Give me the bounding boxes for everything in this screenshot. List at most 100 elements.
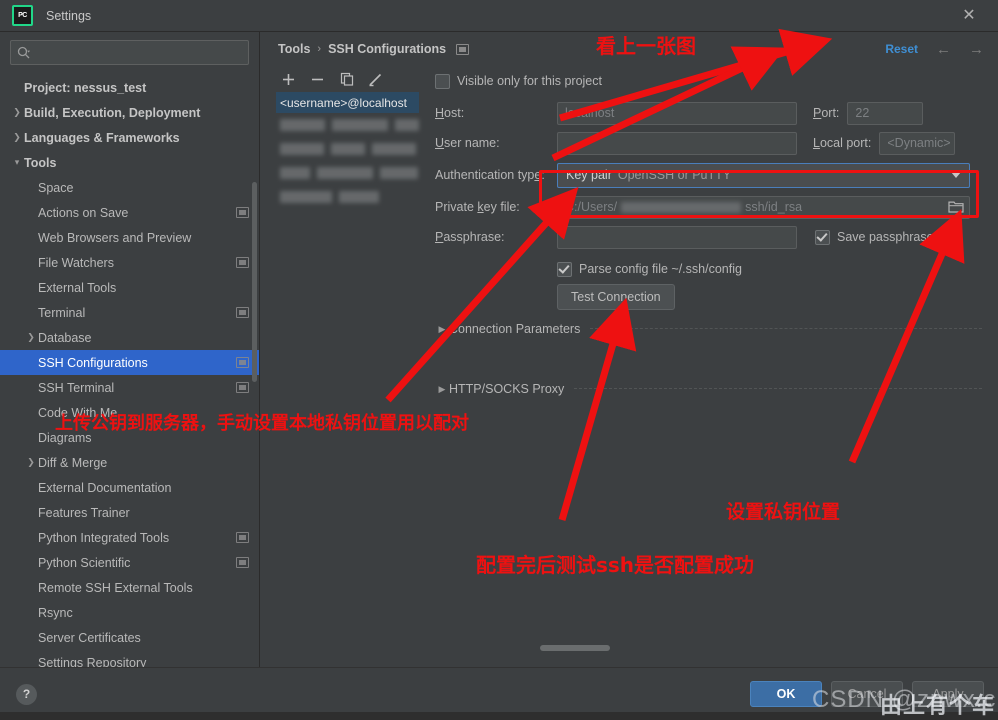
config-list-item[interactable] xyxy=(276,137,419,161)
sidebar-item-settings-repository[interactable]: Settings Repository xyxy=(0,650,259,668)
search-box[interactable] xyxy=(10,40,249,65)
visible-only-label: Visible only for this project xyxy=(457,74,602,88)
reset-link[interactable]: Reset xyxy=(885,42,918,56)
sidebar-item-external-tools[interactable]: External Tools xyxy=(0,275,259,300)
host-placeholder: localhost xyxy=(565,106,615,120)
chevron-right-icon[interactable]: ❯ xyxy=(10,132,24,143)
sidebar-item-server-certificates[interactable]: Server Certificates xyxy=(0,625,259,650)
breadcrumb-parent[interactable]: Tools xyxy=(278,42,310,56)
back-arrow-icon[interactable]: ← xyxy=(936,42,951,57)
sidebar-item-file-watchers[interactable]: File Watchers xyxy=(0,250,259,275)
sidebar-item-web-browsers-and-preview[interactable]: Web Browsers and Preview xyxy=(0,225,259,250)
passphrase-input[interactable] xyxy=(557,225,797,249)
section-title: Connection Parameters xyxy=(449,322,581,336)
search-area xyxy=(0,32,259,71)
sidebar-item-label: Database xyxy=(38,330,92,345)
sidebar-item-actions-on-save[interactable]: Actions on Save xyxy=(0,200,259,225)
sidebar-item-python-scientific[interactable]: Python Scientific xyxy=(0,550,259,575)
chevron-right-icon[interactable]: ❯ xyxy=(10,107,24,118)
search-input[interactable] xyxy=(34,43,242,62)
close-icon[interactable]: ✕ xyxy=(958,5,980,27)
settings-sync-badge-icon xyxy=(236,532,249,543)
settings-dialog: PC Settings ✕ Project: nessus_test ❯ Build… xyxy=(0,0,998,720)
config-list-item[interactable] xyxy=(276,185,419,209)
port-placeholder: 22 xyxy=(855,106,870,120)
parse-config-checkbox[interactable] xyxy=(557,261,572,277)
copy-config-icon[interactable] xyxy=(338,71,355,88)
sidebar-item-label: Space xyxy=(38,180,74,195)
sidebar-item-terminal[interactable]: Terminal xyxy=(0,300,259,325)
config-list[interactable]: <username>@localhost xyxy=(276,92,419,203)
pycharm-logo-icon: PC xyxy=(12,5,33,26)
sidebar-item-database[interactable]: ❯ Database xyxy=(0,325,259,350)
sidebar-item-code-with-me[interactable]: Code With Me xyxy=(0,400,259,425)
chevron-right-icon[interactable]: ❯ xyxy=(24,332,38,343)
forward-arrow-icon[interactable]: → xyxy=(969,42,984,57)
sidebar-item-label: File Watchers xyxy=(38,255,114,270)
breadcrumb-current: SSH Configurations xyxy=(328,42,447,56)
ok-button[interactable]: OK xyxy=(750,681,822,707)
config-list-item-selected[interactable]: <username>@localhost xyxy=(276,92,419,113)
section-connection-parameters[interactable]: ▶ Connection Parameters xyxy=(429,314,982,344)
auth-type-hint: OpenSSH or PuTTY xyxy=(617,168,732,182)
chevron-right-icon[interactable]: ▶ xyxy=(435,384,449,395)
section-title: HTTP/SOCKS Proxy xyxy=(449,382,565,396)
sidebar-item-build-execution-deployment[interactable]: ❯ Build, Execution, Deployment xyxy=(0,100,259,125)
sidebar-item-space[interactable]: Space xyxy=(0,175,259,200)
sidebar-item-ssh-terminal[interactable]: SSH Terminal xyxy=(0,375,259,400)
port-input[interactable]: 22 xyxy=(847,101,924,125)
visible-only-checkbox[interactable] xyxy=(435,73,450,89)
sidebar-item-ssh-configurations[interactable]: SSH Configurations xyxy=(0,350,259,375)
settings-sync-badge-icon xyxy=(236,382,249,393)
private-key-row: Private key file: C:/Users/ ssh/id_rsa xyxy=(429,192,982,222)
local-port-input[interactable]: <Dynamic> xyxy=(879,131,956,155)
add-config-button[interactable] xyxy=(280,71,297,88)
host-input[interactable]: localhost xyxy=(557,101,797,125)
private-key-input[interactable]: C:/Users/ ssh/id_rsa xyxy=(557,195,970,219)
auth-type-dropdown[interactable]: Key pair OpenSSH or PuTTY xyxy=(557,162,970,188)
port-label: Port: xyxy=(813,106,840,120)
passphrase-label: Passphrase: xyxy=(435,230,505,244)
sidebar-item-diagrams[interactable]: Diagrams xyxy=(0,425,259,450)
section-http-socks-proxy[interactable]: ▶ HTTP/SOCKS Proxy xyxy=(429,374,982,404)
chevron-right-icon[interactable]: ▶ xyxy=(435,324,449,335)
sidebar-item-features-trainer[interactable]: Features Trainer xyxy=(0,500,259,525)
config-list-horizontal-scrollbar[interactable] xyxy=(540,645,610,651)
sidebar-item-python-integrated-tools[interactable]: Python Integrated Tools xyxy=(0,525,259,550)
sidebar-item-languages-frameworks[interactable]: ❯ Languages & Frameworks xyxy=(0,125,259,150)
folder-icon[interactable] xyxy=(945,198,967,217)
settings-tree: Project: nessus_test ❯ Build, Execution, D… xyxy=(0,71,259,667)
footer-buttons: OK Cancel Apply xyxy=(750,681,984,707)
window-title: Settings xyxy=(46,8,92,23)
title-bar: PC Settings ✕ xyxy=(0,0,998,32)
chevron-down-icon[interactable]: ▾ xyxy=(10,157,24,168)
chevron-right-icon[interactable]: ❯ xyxy=(24,457,38,468)
sidebar-scrollbar[interactable] xyxy=(252,182,257,382)
sidebar-item-remote-ssh-external-tools[interactable]: Remote SSH External Tools xyxy=(0,575,259,600)
settings-sync-badge-icon xyxy=(236,557,249,568)
username-input[interactable] xyxy=(557,131,797,155)
sidebar-item-label: Diff & Merge xyxy=(38,455,108,470)
apply-button[interactable]: Apply xyxy=(912,681,984,707)
edit-config-pencil-icon[interactable] xyxy=(367,71,384,88)
settings-detail-pane: Tools › SSH Configurations Reset ← → <us… xyxy=(260,32,998,667)
save-passphrase-checkbox[interactable] xyxy=(815,229,830,245)
chevron-down-icon xyxy=(951,172,961,178)
sidebar-item-label: Python Scientific xyxy=(38,555,131,570)
test-connection-button[interactable]: Test Connection xyxy=(557,284,675,310)
settings-sync-badge-icon xyxy=(236,207,249,218)
sidebar-item-external-documentation[interactable]: External Documentation xyxy=(0,475,259,500)
sidebar-item-project-nessus-test[interactable]: Project: nessus_test xyxy=(0,75,259,100)
cancel-button[interactable]: Cancel xyxy=(831,681,903,707)
sidebar-item-diff-merge[interactable]: ❯ Diff & Merge xyxy=(0,450,259,475)
username-label: User name: xyxy=(435,136,500,150)
sidebar-item-rsync[interactable]: Rsync xyxy=(0,600,259,625)
sidebar-item-label: Settings Repository xyxy=(38,655,147,668)
config-list-item[interactable] xyxy=(276,161,419,185)
remove-config-button[interactable] xyxy=(309,71,326,88)
sidebar-item-tools[interactable]: ▾ Tools xyxy=(0,150,259,175)
config-list-item[interactable] xyxy=(276,113,419,137)
help-icon[interactable]: ? xyxy=(16,683,37,705)
sidebar-item-label: Server Certificates xyxy=(38,630,141,645)
private-key-label: Private key file: xyxy=(435,200,520,214)
